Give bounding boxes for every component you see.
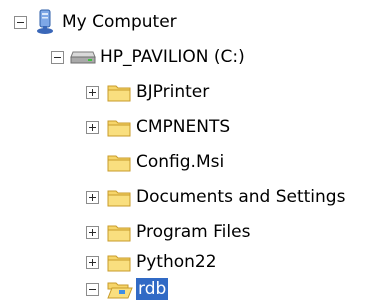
folder-icon xyxy=(107,252,131,277)
tree-label: Program Files xyxy=(136,222,251,242)
tree-node-folder[interactable]: CMPNENTS xyxy=(0,113,382,141)
expand-toggle[interactable] xyxy=(86,191,99,204)
tree-label: CMPNENTS xyxy=(136,117,231,137)
expand-toggle[interactable] xyxy=(86,226,99,239)
folder-icon xyxy=(107,222,131,247)
tree-label: BJPrinter xyxy=(136,82,210,102)
my-computer-icon xyxy=(34,9,56,40)
tree-node-drive[interactable]: HP_PAVILION (C:) xyxy=(0,43,382,71)
tree-node-folder-selected[interactable]: rdb xyxy=(0,275,382,303)
tree-node-folder[interactable]: Python22 xyxy=(0,248,382,276)
tree-label: rdb xyxy=(136,278,169,300)
folder-icon xyxy=(107,187,131,212)
tree-label: HP_PAVILION (C:) xyxy=(100,47,245,67)
tree-node-folder[interactable]: BJPrinter xyxy=(0,78,382,106)
folder-icon xyxy=(107,82,131,107)
tree-node-my-computer[interactable]: My Computer xyxy=(0,8,382,36)
expand-toggle[interactable] xyxy=(86,256,99,269)
collapse-toggle[interactable] xyxy=(86,283,99,296)
collapse-toggle[interactable] xyxy=(14,16,27,29)
tree-node-folder[interactable]: Config.Msi xyxy=(0,148,382,176)
folder-icon xyxy=(107,117,131,142)
tree-label: Documents and Settings xyxy=(136,187,346,207)
collapse-toggle[interactable] xyxy=(51,51,64,64)
tree-node-folder[interactable]: Documents and Settings xyxy=(0,183,382,211)
tree-label: Config.Msi xyxy=(136,152,225,172)
folder-open-icon xyxy=(107,279,133,304)
folder-icon xyxy=(107,152,131,177)
tree-node-folder[interactable]: Program Files xyxy=(0,218,382,246)
hard-drive-icon xyxy=(70,48,96,71)
expand-toggle[interactable] xyxy=(86,86,99,99)
tree-label: My Computer xyxy=(62,12,177,32)
expand-toggle[interactable] xyxy=(86,121,99,134)
tree-label: Python22 xyxy=(136,252,217,272)
